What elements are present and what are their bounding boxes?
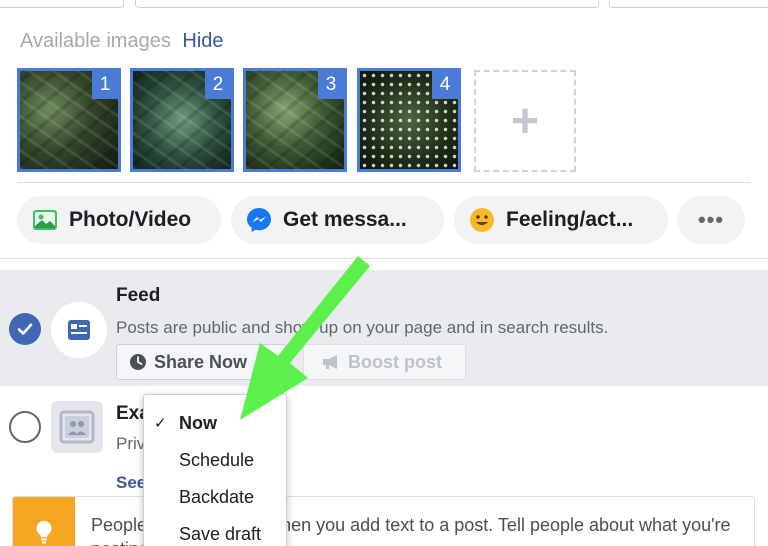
thumbnail-number: 4 <box>432 71 458 99</box>
image-thumbnail-2[interactable]: 2 <box>130 68 234 172</box>
image-thumbnail-4[interactable]: 4 <box>357 68 461 172</box>
photo-video-label: Photo/Video <box>69 208 192 231</box>
section-separator <box>0 258 768 259</box>
feeling-activity-label: Feeling/act... <box>506 208 634 231</box>
image-thumbnail-1[interactable]: 1 <box>17 68 121 172</box>
menu-item-label: Backdate <box>179 486 255 507</box>
photo-icon <box>31 206 59 234</box>
divider <box>18 182 750 183</box>
feed-title: Feed <box>116 285 161 306</box>
smiley-icon <box>468 206 496 234</box>
exclusive-description: Priv <box>116 434 146 453</box>
post-tip-box: People respond more when you add text to… <box>12 496 755 546</box>
image-thumbnail-3[interactable]: 3 <box>243 68 347 172</box>
lightbulb-icon <box>36 521 52 544</box>
thumbnail-number: 3 <box>318 71 344 99</box>
plus-icon: + <box>510 94 540 148</box>
add-image-button[interactable]: + <box>474 70 576 172</box>
thumbnail-number: 1 <box>92 71 118 99</box>
feed-icon <box>51 302 107 358</box>
top-field-left[interactable] <box>0 0 124 8</box>
clock-icon <box>130 354 146 370</box>
top-field-middle[interactable] <box>135 0 599 8</box>
top-field-right[interactable] <box>609 0 768 8</box>
available-images-row: Available images Hide <box>20 30 224 53</box>
tip-accent <box>13 497 75 546</box>
menu-item-now[interactable]: ✓ Now <box>144 405 286 441</box>
menu-item-save-draft[interactable]: Save draft <box>144 516 286 546</box>
publish-time-dropdown: ✓ Now Schedule Backdate Save draft <box>143 394 287 546</box>
feeling-activity-button[interactable]: Feeling/act... <box>454 196 668 244</box>
hide-images-link[interactable]: Hide <box>182 30 223 52</box>
more-icon: ••• <box>697 207 725 232</box>
menu-item-label: Now <box>179 412 217 433</box>
menu-item-schedule[interactable]: Schedule <box>144 442 286 478</box>
exclusive-icon <box>51 401 103 453</box>
menu-item-backdate[interactable]: Backdate <box>144 479 286 515</box>
get-messages-label: Get messa... <box>283 208 407 231</box>
feed-description: Posts are public and show up on your pag… <box>116 318 609 337</box>
menu-item-label: Save draft <box>179 523 262 544</box>
megaphone-icon <box>323 355 337 369</box>
messenger-icon <box>245 206 273 234</box>
more-options-button[interactable]: ••• <box>677 196 745 244</box>
get-messages-button[interactable]: Get messa... <box>231 196 444 244</box>
share-now-button[interactable]: Share Now <box>116 344 286 380</box>
feed-selected-check-icon[interactable] <box>9 313 41 345</box>
photo-video-button[interactable]: Photo/Video <box>17 196 221 244</box>
checkmark-icon: ✓ <box>154 415 167 432</box>
boost-post-label: Boost post <box>348 351 442 372</box>
boost-post-button[interactable]: Boost post <box>303 344 466 380</box>
thumbnail-number: 2 <box>205 71 231 99</box>
see-more-link[interactable]: See <box>116 473 146 493</box>
menu-item-label: Schedule <box>179 449 255 470</box>
share-now-label: Share Now <box>154 351 248 372</box>
available-images-label: Available images <box>20 30 171 52</box>
exclusive-radio[interactable] <box>9 411 41 443</box>
